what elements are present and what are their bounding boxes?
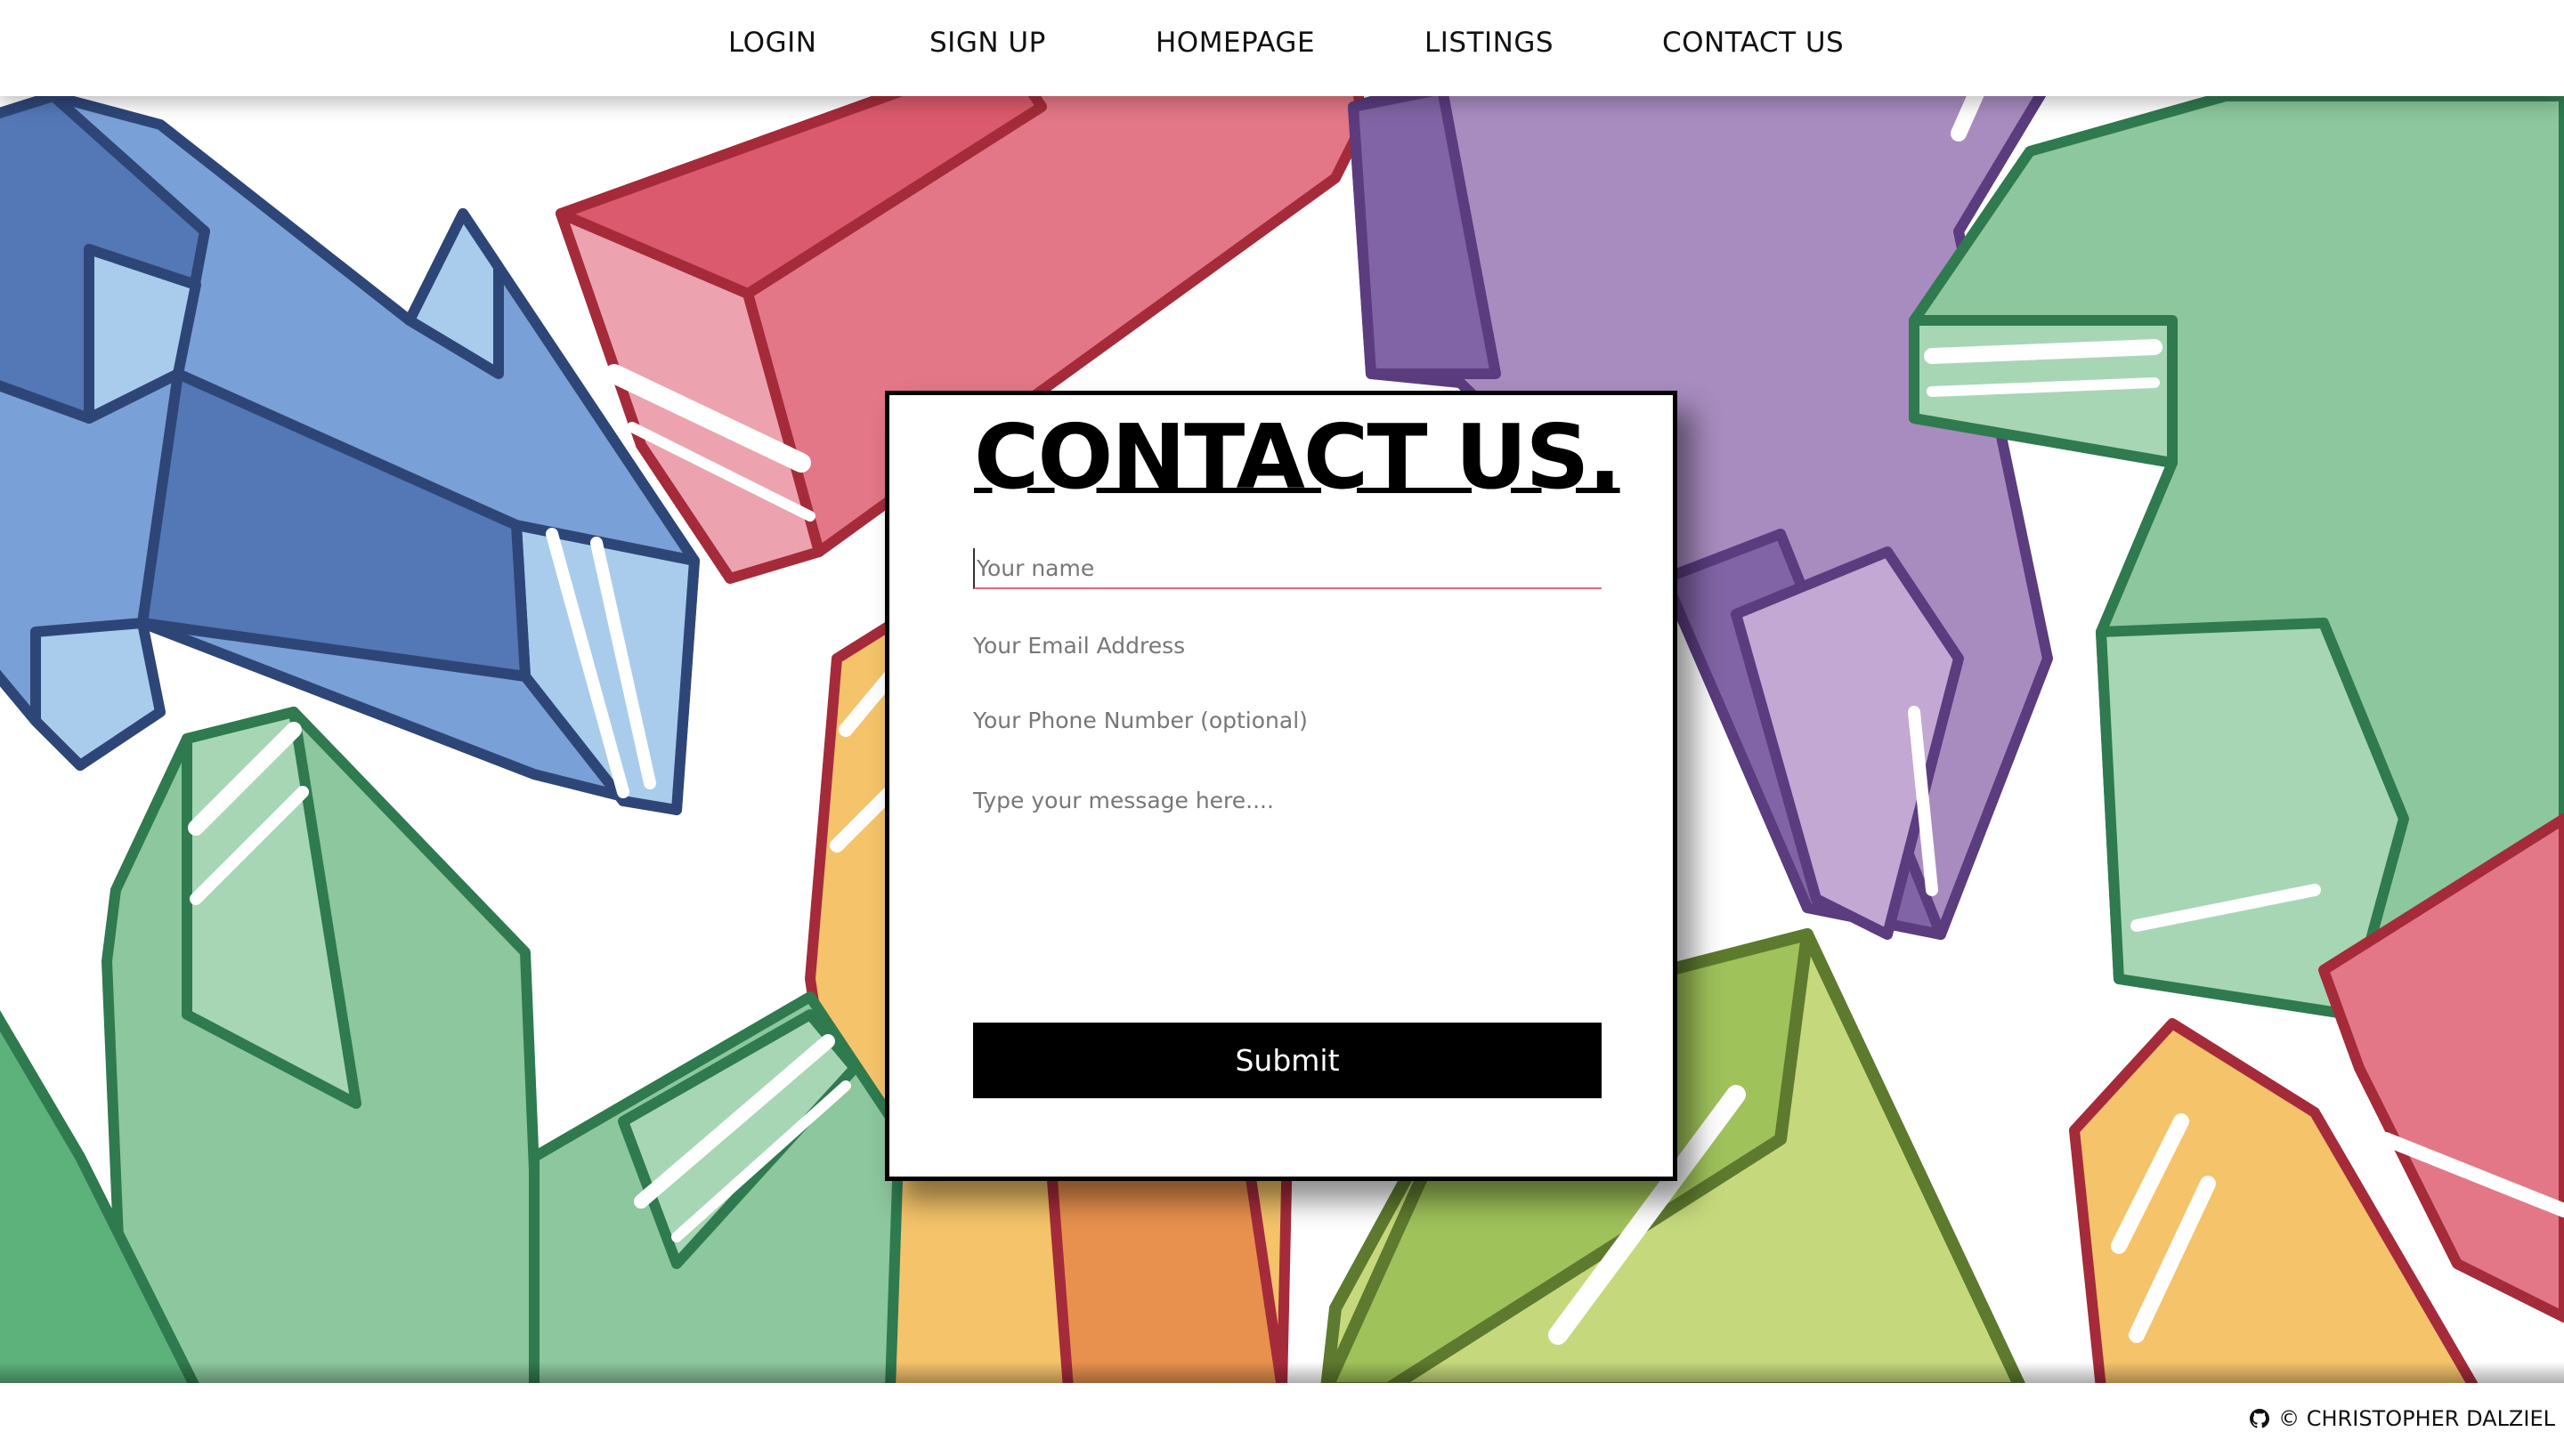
name-input[interactable] [973, 548, 1602, 589]
nav-login[interactable]: LOGIN [728, 27, 816, 59]
contact-title: CONTACT US. [974, 405, 1622, 509]
footer-credit[interactable]: © CHRISTOPHER DALZIEL [2250, 1406, 2555, 1431]
background-bottom-shadow [0, 1362, 2564, 1385]
submit-button[interactable]: Submit [973, 1023, 1602, 1098]
nav-contact-us[interactable]: CONTACT US [1662, 27, 1844, 59]
footer: © CHRISTOPHER DALZIEL [0, 1383, 2564, 1456]
green-crystal-shape-bottom-left [0, 707, 905, 1383]
email-input[interactable] [973, 625, 1602, 666]
contact-form-card: CONTACT US. Submit [885, 391, 1677, 1181]
nav-sign-up[interactable]: SIGN UP [929, 27, 1046, 59]
nav-homepage[interactable]: HOMEPAGE [1156, 27, 1315, 59]
footer-credit-text: © CHRISTOPHER DALZIEL [2278, 1406, 2555, 1431]
page: LOGIN SIGN UP HOMEPAGE LISTINGS CONTACT … [0, 0, 2564, 1456]
github-icon[interactable] [2250, 1409, 2270, 1428]
phone-input[interactable] [973, 700, 1602, 740]
message-textarea[interactable] [973, 773, 1602, 987]
top-nav: LOGIN SIGN UP HOMEPAGE LISTINGS CONTACT … [0, 0, 2564, 96]
nav-listings[interactable]: LISTINGS [1424, 27, 1554, 59]
